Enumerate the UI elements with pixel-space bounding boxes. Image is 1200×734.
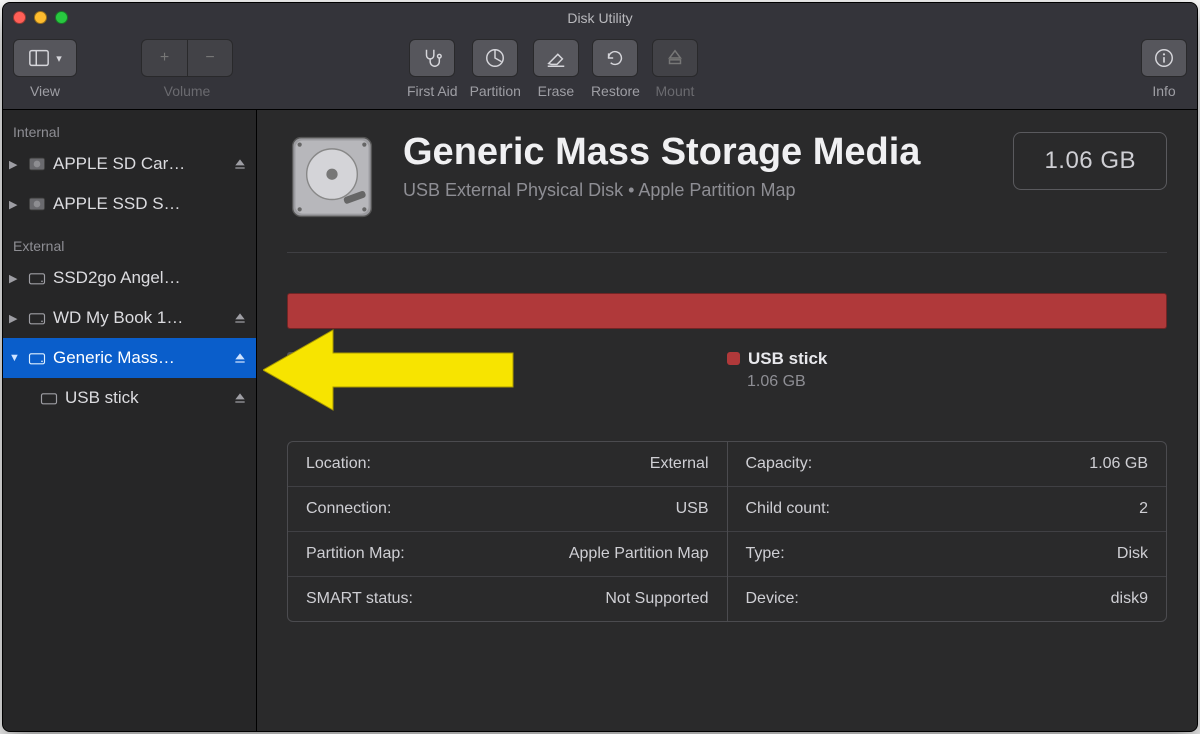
details-row: Connection:USB bbox=[288, 487, 727, 532]
divider bbox=[287, 252, 1167, 253]
erase-label: Erase bbox=[538, 83, 575, 99]
eject-icon[interactable] bbox=[232, 310, 248, 326]
usage-bar bbox=[287, 293, 1167, 329]
external-disk-icon bbox=[27, 268, 47, 288]
mount-button bbox=[652, 39, 698, 77]
details-row: Device:disk9 bbox=[728, 577, 1167, 621]
erase-button[interactable] bbox=[533, 39, 579, 77]
first-aid-button[interactable] bbox=[409, 39, 455, 77]
volume-add-button: + bbox=[141, 39, 187, 77]
volume-label: Volume bbox=[164, 83, 211, 99]
external-disk-icon bbox=[27, 348, 47, 368]
legend-name: k9s1 bbox=[308, 349, 346, 368]
internal-disk-icon bbox=[27, 154, 47, 174]
chevron-down-icon: ▾ bbox=[56, 52, 62, 65]
details-table: Location:External Connection:USB Partiti… bbox=[287, 441, 1167, 622]
eject-icon[interactable] bbox=[232, 156, 248, 172]
legend-size: 1.06 GB bbox=[747, 373, 1167, 391]
info-button[interactable] bbox=[1141, 39, 1187, 77]
pie-icon bbox=[484, 47, 506, 69]
stethoscope-icon bbox=[421, 47, 443, 69]
sidebar-icon bbox=[28, 47, 50, 69]
legend-swatch-icon bbox=[727, 352, 740, 365]
first-aid-label: First Aid bbox=[407, 83, 458, 99]
volume-remove-button: − bbox=[187, 39, 233, 77]
view-button[interactable]: ▾ bbox=[13, 39, 77, 77]
external-disk-icon bbox=[27, 308, 47, 328]
erase-icon bbox=[545, 47, 567, 69]
usage-bar-wrap: k9s1 32 KB USB stick 1.06 GB bbox=[287, 293, 1167, 391]
main-panel: Generic Mass Storage Media USB External … bbox=[257, 110, 1197, 731]
volume-icon bbox=[39, 388, 59, 408]
sidebar-item-apple-ssd[interactable]: ▶ APPLE SSD S… bbox=[3, 184, 256, 224]
legend-swatch-icon bbox=[287, 352, 300, 365]
disclosure-right-icon: ▶ bbox=[9, 158, 21, 171]
sidebar-section-internal: Internal bbox=[3, 118, 256, 144]
disclosure-right-icon: ▶ bbox=[9, 312, 21, 325]
restore-label: Restore bbox=[591, 83, 640, 99]
minimize-icon[interactable] bbox=[34, 11, 47, 24]
zoom-icon[interactable] bbox=[55, 11, 68, 24]
eject-icon[interactable] bbox=[232, 350, 248, 366]
internal-disk-icon bbox=[27, 194, 47, 214]
legend-size: 32 KB bbox=[307, 373, 727, 391]
sidebar-item-label: SSD2go Angel… bbox=[53, 268, 248, 288]
sidebar-section-external: External bbox=[3, 232, 256, 258]
details-col-right: Capacity:1.06 GB Child count:2 Type:Disk… bbox=[728, 442, 1167, 621]
sidebar-item-label: APPLE SD Car… bbox=[53, 154, 226, 174]
eject-icon[interactable] bbox=[232, 390, 248, 406]
disk-header: Generic Mass Storage Media USB External … bbox=[287, 132, 1167, 222]
sidebar-item-usb-stick[interactable]: USB stick bbox=[3, 378, 256, 418]
disk-subtitle: USB External Physical Disk • Apple Parti… bbox=[403, 180, 987, 201]
disclosure-right-icon: ▶ bbox=[9, 198, 21, 211]
partition-label: Partition bbox=[470, 83, 521, 99]
partition-button[interactable] bbox=[472, 39, 518, 77]
sidebar: Internal ▶ APPLE SD Car… ▶ APPLE SSD S… … bbox=[3, 110, 257, 731]
disclosure-down-icon: ▼ bbox=[9, 352, 21, 364]
sidebar-item-label: WD My Book 1… bbox=[53, 308, 226, 328]
window-title: Disk Utility bbox=[567, 10, 632, 26]
legend-item-usb-stick: USB stick 1.06 GB bbox=[727, 349, 1167, 391]
toolbar: ▾ View + − Volume First Aid bbox=[3, 33, 1197, 110]
titlebar: Disk Utility bbox=[3, 3, 1197, 33]
sidebar-item-label: Generic Mass… bbox=[53, 348, 226, 368]
sidebar-item-generic-mass[interactable]: ▼ Generic Mass… bbox=[3, 338, 256, 378]
details-row: Location:External bbox=[288, 442, 727, 487]
sidebar-item-label: USB stick bbox=[65, 388, 226, 408]
mount-icon bbox=[664, 47, 686, 69]
sidebar-item-label: APPLE SSD S… bbox=[53, 194, 248, 214]
legend-name: USB stick bbox=[748, 349, 827, 368]
disk-utility-window: Disk Utility ▾ View + − Volume bbox=[2, 2, 1198, 732]
info-icon bbox=[1153, 47, 1175, 69]
details-row: Child count:2 bbox=[728, 487, 1167, 532]
close-icon[interactable] bbox=[13, 11, 26, 24]
restore-icon bbox=[604, 47, 626, 69]
body: Internal ▶ APPLE SD Car… ▶ APPLE SSD S… … bbox=[3, 110, 1197, 731]
usage-legend: k9s1 32 KB USB stick 1.06 GB bbox=[287, 349, 1167, 391]
legend-item-k9s1: k9s1 32 KB bbox=[287, 349, 727, 391]
details-row: Type:Disk bbox=[728, 532, 1167, 577]
traffic-lights bbox=[13, 11, 68, 24]
disk-title: Generic Mass Storage Media bbox=[403, 132, 987, 174]
details-col-left: Location:External Connection:USB Partiti… bbox=[288, 442, 728, 621]
restore-button[interactable] bbox=[592, 39, 638, 77]
mount-label: Mount bbox=[656, 83, 695, 99]
details-row: SMART status:Not Supported bbox=[288, 577, 727, 621]
sidebar-item-wd-mybook[interactable]: ▶ WD My Book 1… bbox=[3, 298, 256, 338]
hard-disk-icon bbox=[287, 132, 377, 222]
sidebar-item-ssd2go[interactable]: ▶ SSD2go Angel… bbox=[3, 258, 256, 298]
disclosure-right-icon: ▶ bbox=[9, 272, 21, 285]
capacity-badge: 1.06 GB bbox=[1013, 132, 1167, 190]
sidebar-item-apple-sd-card[interactable]: ▶ APPLE SD Car… bbox=[3, 144, 256, 184]
details-row: Partition Map:Apple Partition Map bbox=[288, 532, 727, 577]
info-label: Info bbox=[1152, 83, 1175, 99]
view-label: View bbox=[30, 83, 60, 99]
volume-segment: + − bbox=[141, 39, 233, 77]
details-row: Capacity:1.06 GB bbox=[728, 442, 1167, 487]
